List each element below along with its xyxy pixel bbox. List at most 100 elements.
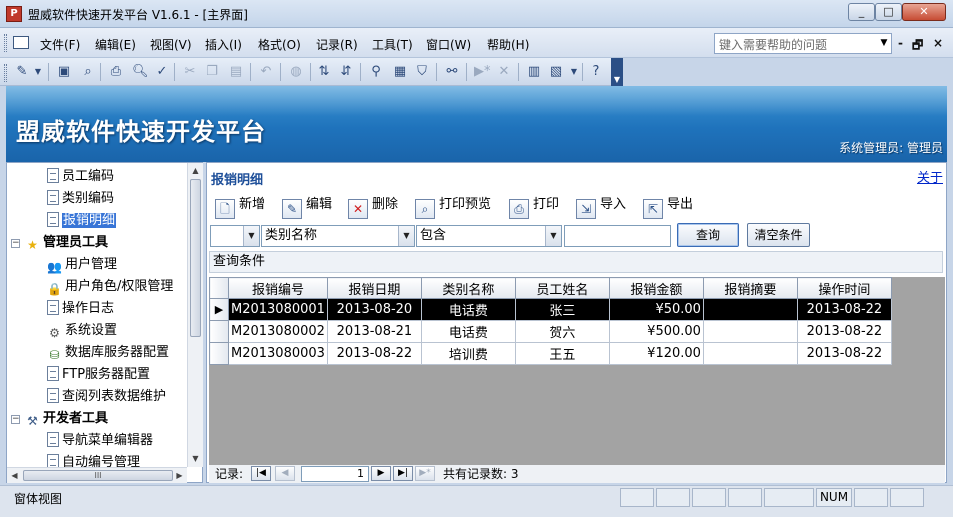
column-header[interactable]: 员工姓名 [514, 277, 610, 299]
nav-item[interactable]: ⛁ 数据库服务器配置 [47, 343, 169, 363]
column-header[interactable]: 报销金额 [608, 277, 704, 299]
field-combo[interactable]: 类别名称 ▼ [261, 225, 415, 247]
nav-vertical-scrollbar[interactable]: ▲ ▼ [187, 163, 203, 467]
new-record-button[interactable]: ▶* [415, 466, 435, 481]
current-record-input[interactable]: 1 [301, 466, 369, 482]
table-cell[interactable]: M2013080002 [228, 320, 328, 343]
nav-horizontal-scrollbar[interactable]: ◀ III ▶ [7, 467, 187, 483]
table-cell[interactable] [702, 298, 798, 321]
column-header[interactable]: 操作时间 [796, 277, 892, 299]
row-selector[interactable]: ▶ [209, 298, 229, 321]
nav-item[interactable]: FTP服务器配置 [47, 365, 150, 385]
edit-button[interactable]: ✎ 编辑 [282, 193, 332, 219]
table-cell[interactable]: 电话费 [420, 298, 516, 321]
help-search-input[interactable]: 键入需要帮助的问题 [714, 33, 892, 54]
undo-icon[interactable]: ↶ [258, 64, 274, 80]
table-cell[interactable]: 贺六 [514, 320, 610, 343]
column-header[interactable]: 报销日期 [326, 277, 422, 299]
menu-help[interactable]: 帮助(H) [487, 36, 529, 53]
table-row[interactable]: M2013080002 2013-08-21 电话费 贺六 ¥500.00 2013-08… [209, 320, 892, 343]
nav-item[interactable]: 操作日志 [47, 299, 114, 319]
new-object-dropdown-icon[interactable]: ▼ [566, 64, 582, 80]
menu-grip[interactable] [4, 34, 7, 52]
mdi-close-button[interactable]: × [933, 36, 943, 50]
nav-item[interactable]: 导航菜单编辑器 [47, 431, 153, 451]
paste-icon[interactable]: ▤ [228, 64, 244, 80]
nav-item[interactable]: ⚒ 开发者工具 [25, 409, 108, 429]
menu-tools[interactable]: 工具(T) [372, 36, 413, 53]
file-search-icon[interactable]: ⌕ [80, 64, 96, 80]
about-link[interactable]: 关于 [917, 167, 943, 186]
minimize-button[interactable]: _ [848, 3, 875, 21]
spell-check-icon[interactable]: ✓ [154, 64, 170, 80]
nav-item[interactable]: ⚙ 系统设置 [47, 321, 117, 341]
row-selector[interactable] [209, 320, 229, 343]
nav-item[interactable]: 员工编码 [47, 167, 114, 187]
logic-combo[interactable]: ▼ [210, 225, 260, 247]
design-view-dropdown-icon[interactable]: ▼ [30, 64, 46, 80]
filter-value-input[interactable] [564, 225, 671, 247]
print-preview-button[interactable]: ⌕ 打印预览 [415, 193, 491, 219]
menu-file[interactable]: 文件(F) [40, 36, 80, 53]
help-icon[interactable]: ? [588, 64, 604, 80]
scroll-down-icon[interactable]: ▼ [188, 451, 203, 466]
last-record-button[interactable]: ▶| [393, 466, 413, 481]
first-record-button[interactable]: |◀ [251, 466, 271, 481]
menu-insert[interactable]: 插入(I) [205, 36, 242, 53]
table-cell[interactable]: 电话费 [420, 320, 516, 343]
delete-record-icon[interactable]: ✕ [496, 64, 512, 80]
filter-by-selection-icon[interactable]: ⚲ [368, 64, 384, 80]
delete-button[interactable]: ✕ 删除 [348, 193, 398, 219]
toolbar-grip[interactable] [4, 64, 7, 82]
mdi-restore-button[interactable]: 🗗 [912, 36, 923, 57]
scroll-up-icon[interactable]: ▲ [188, 163, 203, 178]
column-header[interactable]: 报销摘要 [702, 277, 798, 299]
import-button[interactable]: ⇲ 导入 [576, 193, 626, 219]
menu-window[interactable]: 窗口(W) [426, 36, 471, 53]
chevron-down-icon[interactable]: ▼ [545, 226, 561, 246]
nav-item[interactable]: 🔒 用户角色/权限管理 [47, 277, 173, 297]
print-button[interactable]: ⎙ 打印 [509, 193, 559, 219]
find-icon[interactable]: ⚯ [444, 64, 460, 80]
nav-item[interactable]: 自动编号管理 [47, 453, 140, 467]
menu-edit[interactable]: 编辑(E) [95, 36, 136, 53]
nav-item[interactable]: 类别编码 [47, 189, 114, 209]
print-preview-icon[interactable]: 🔍︎ [132, 64, 149, 80]
table-cell[interactable]: 王五 [514, 342, 610, 365]
mdi-minimize-button[interactable]: - [898, 36, 903, 50]
close-button[interactable]: ✕ [902, 3, 946, 21]
table-cell[interactable]: 张三 [514, 298, 610, 321]
hyperlink-icon[interactable]: ◍ [288, 64, 304, 80]
table-cell[interactable] [702, 320, 798, 343]
table-cell[interactable]: 2013-08-22 [796, 298, 892, 321]
new-record-icon[interactable]: ▶* [474, 64, 491, 80]
collapse-icon[interactable]: − [11, 239, 20, 248]
print-icon[interactable]: ⎙ [108, 64, 124, 80]
app-icon[interactable]: P [6, 6, 22, 22]
operator-combo[interactable]: 包含 ▼ [416, 225, 562, 247]
chevron-down-icon[interactable]: ▼ [243, 226, 259, 246]
menu-records[interactable]: 记录(R) [316, 36, 358, 53]
help-dropdown-icon[interactable]: ▼ [877, 34, 891, 53]
column-header[interactable]: 报销编号 [228, 277, 328, 299]
clear-conditions-button[interactable]: 清空条件 [747, 223, 810, 247]
scroll-right-icon[interactable]: ▶ [172, 468, 187, 483]
table-cell[interactable]: 2013-08-22 [326, 342, 422, 365]
sort-descending-icon[interactable]: ⇵ [338, 64, 354, 80]
table-cell[interactable]: ¥500.00 [608, 320, 704, 343]
query-button[interactable]: 查询 [677, 223, 739, 247]
table-cell[interactable]: ¥120.00 [608, 342, 704, 365]
table-cell[interactable]: 2013-08-22 [796, 320, 892, 343]
nav-scroll-thumb[interactable] [190, 179, 201, 337]
table-row[interactable]: M2013080003 2013-08-22 培训费 王五 ¥120.00 2013-08… [209, 342, 892, 365]
table-row[interactable]: ▶ M2013080001 2013-08-20 电话费 张三 ¥50.00 2013-08… [209, 298, 892, 321]
previous-record-button[interactable]: ◀ [275, 466, 295, 481]
nav-item[interactable]: 查阅列表数据维护 [47, 387, 166, 407]
maximize-button[interactable]: □ [875, 3, 902, 21]
menu-view[interactable]: 视图(V) [150, 36, 192, 53]
database-window-icon[interactable]: ▥ [526, 64, 542, 80]
save-icon[interactable]: ▣ [56, 64, 72, 80]
nav-item[interactable]: ★ 管理员工具 [25, 233, 108, 253]
table-cell[interactable]: M2013080003 [228, 342, 328, 365]
chevron-down-icon[interactable]: ▼ [398, 226, 414, 246]
